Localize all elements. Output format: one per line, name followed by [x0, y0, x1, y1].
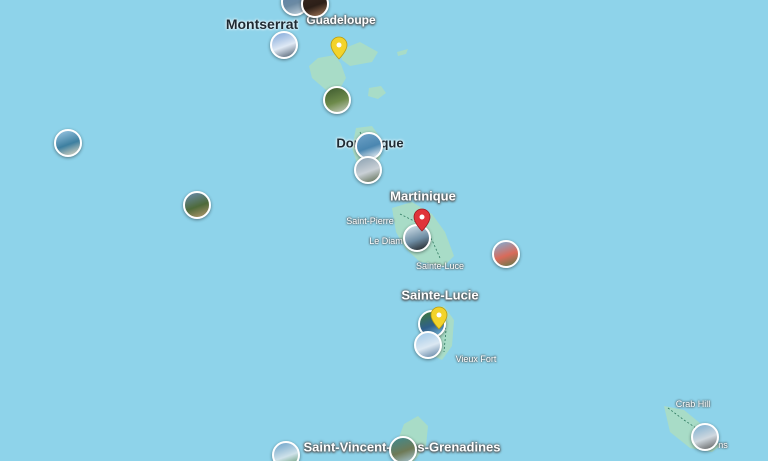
desirade-island: [397, 49, 408, 56]
label-montserrat: Montserrat: [225, 16, 299, 32]
marie-galante-island: [368, 86, 386, 99]
label-sainte-lucie: Sainte-Lucie: [401, 287, 479, 303]
land-layer: [290, 0, 720, 461]
label-crab-hill: Crab Hill: [675, 399, 711, 409]
red-pin-icon[interactable]: [413, 208, 431, 232]
photo-marker-harbour[interactable]: [691, 423, 719, 451]
yellow-pin-icon[interactable]: [430, 306, 448, 330]
yellow-pin-icon[interactable]: [330, 36, 348, 60]
photo-marker-sailboat[interactable]: [414, 331, 442, 359]
map-canvas[interactable]: Montserrat Guadeloupe Dominique Martiniq…: [0, 0, 768, 461]
label-saint-pierre: Saint-Pierre: [346, 216, 394, 226]
photo-marker-pitons[interactable]: [492, 240, 520, 268]
photo-marker-beach[interactable]: [54, 129, 82, 157]
label-martinique: Martinique: [390, 188, 456, 204]
label-sainte-luce: Sainte-Luce: [415, 261, 465, 271]
photo-marker-reef[interactable]: [272, 441, 300, 461]
photo-marker-village[interactable]: [183, 191, 211, 219]
photo-marker-shore[interactable]: [389, 436, 417, 461]
label-le-diamant: Le Diam: [369, 236, 403, 246]
label-vieux-fort: Vieux Fort: [455, 354, 497, 364]
photo-marker-coast[interactable]: [354, 156, 382, 184]
label-barbuda-partial: ns: [718, 440, 728, 450]
photo-marker-volcano[interactable]: [270, 31, 298, 59]
photo-marker-waterfall[interactable]: [323, 86, 351, 114]
